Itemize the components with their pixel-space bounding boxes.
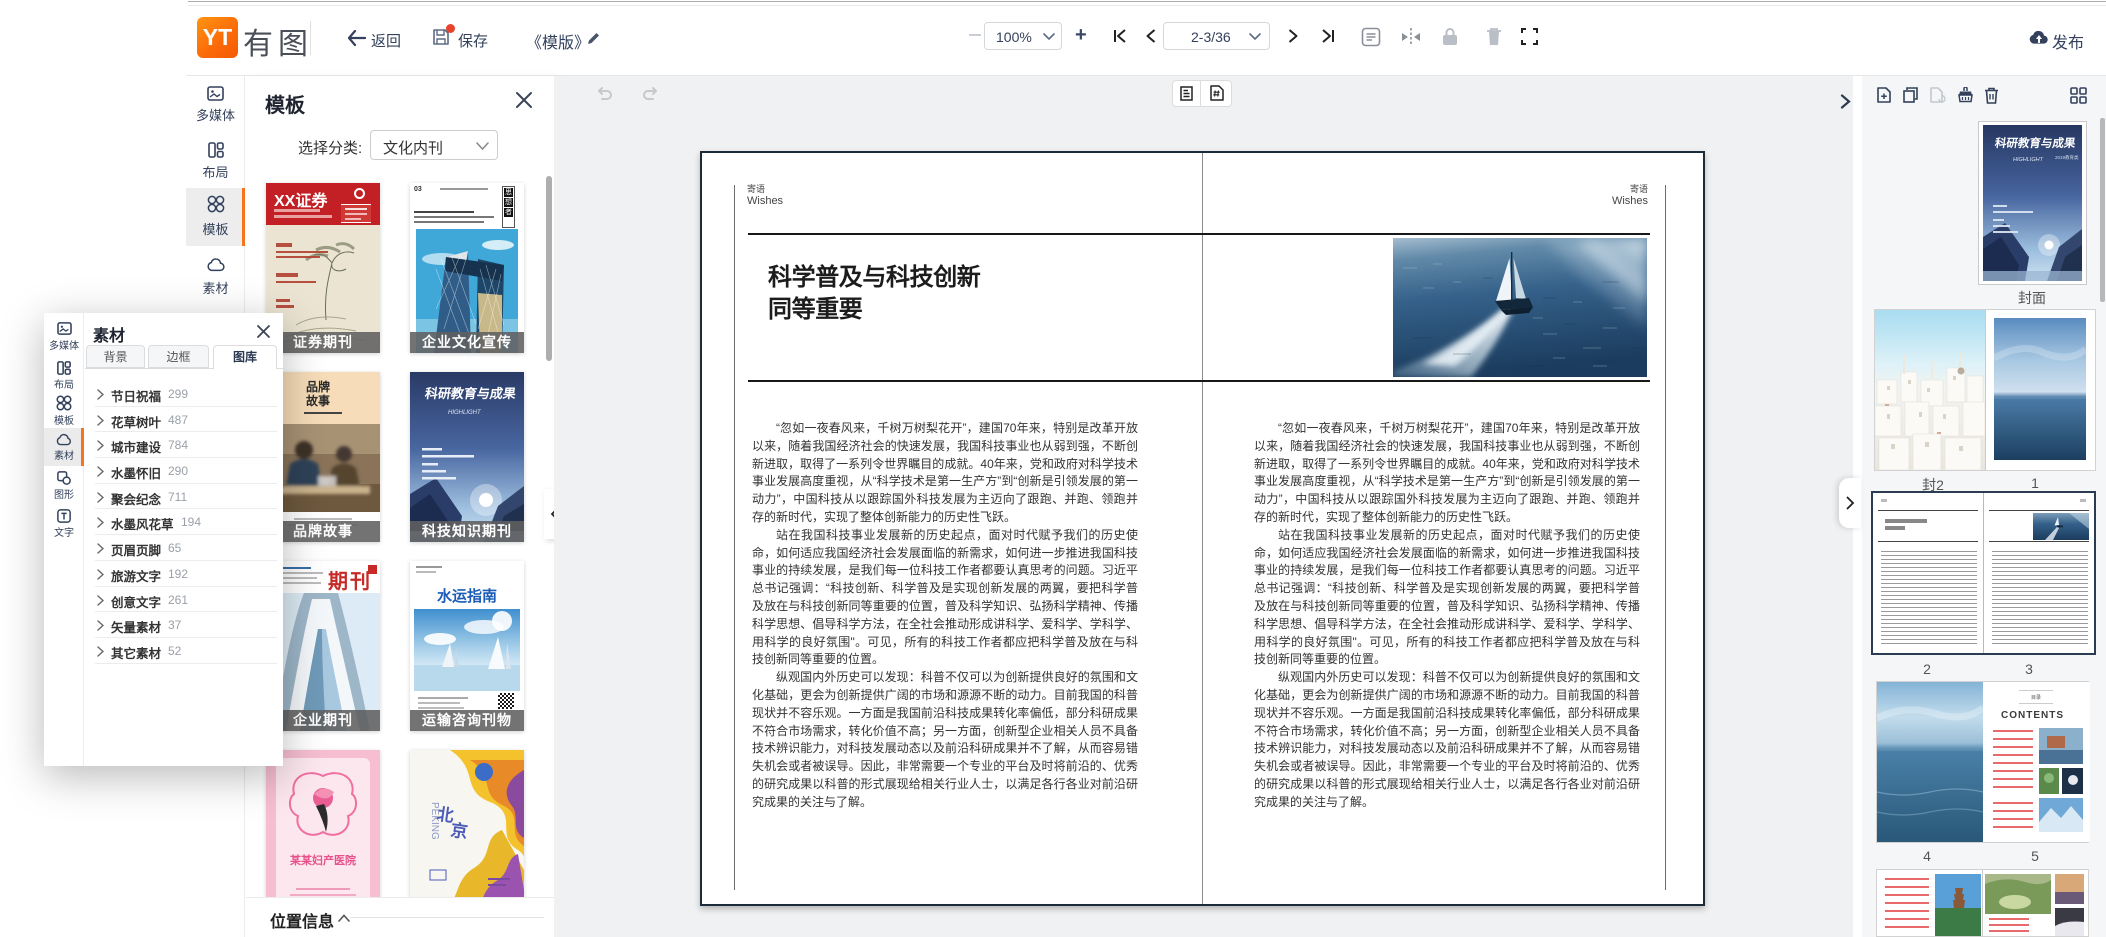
- svg-text:2019教育类: 2019教育类: [2055, 154, 2079, 161]
- svg-text:HIGHLIGHT: HIGHLIGHT: [2013, 157, 2044, 163]
- svg-text:京: 京: [449, 820, 469, 842]
- svg-text:HIGHLIGHT: HIGHLIGHT: [448, 410, 482, 416]
- svg-text:科研教育与成果: 科研教育与成果: [1994, 136, 2077, 150]
- svg-text:科研教育与成果: 科研教育与成果: [424, 386, 518, 401]
- svg-text:PEKING: PEKING: [429, 802, 440, 840]
